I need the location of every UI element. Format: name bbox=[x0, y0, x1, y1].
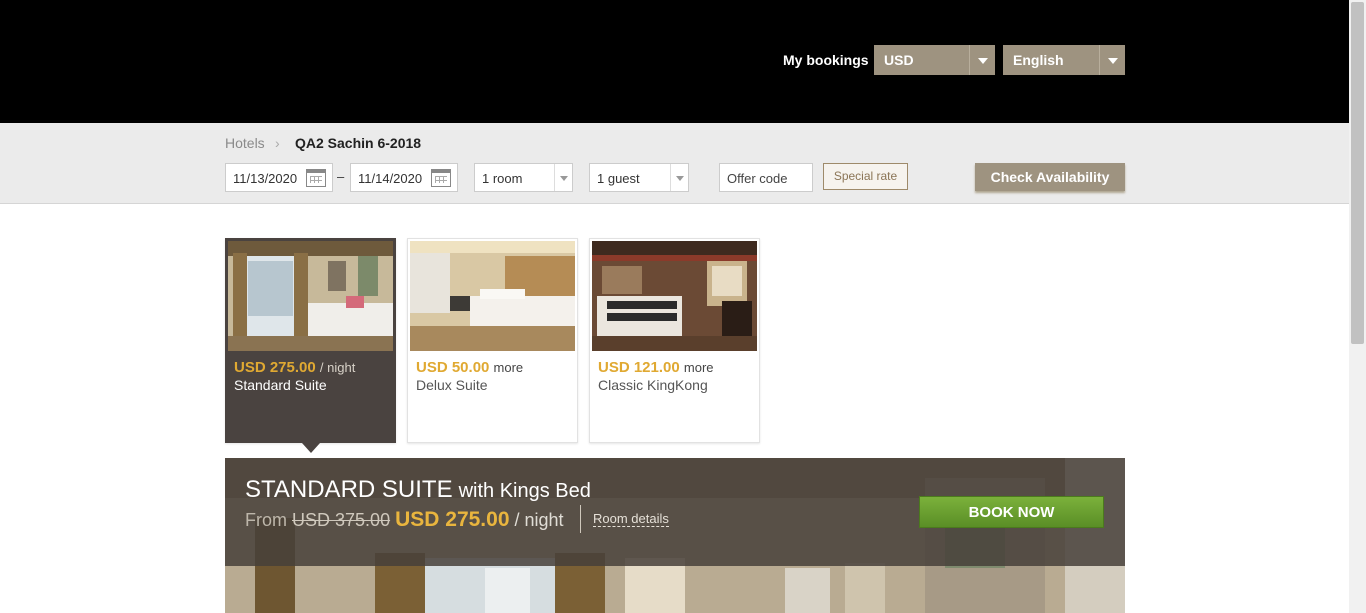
room-hero-info-panel: STANDARD SUITE with Kings Bed From USD 37… bbox=[225, 458, 1125, 566]
new-price: USD 275.00 bbox=[395, 508, 510, 531]
rooms-select[interactable]: 1 room bbox=[474, 163, 573, 192]
room-title-main: STANDARD SUITE bbox=[245, 476, 453, 503]
check-out-value: 11/14/2020 bbox=[358, 171, 423, 186]
chevron-down-icon bbox=[1099, 45, 1125, 75]
per-night-label: / night bbox=[514, 510, 564, 530]
date-range-separator: – bbox=[337, 169, 345, 184]
page: My bookings USD English Hotels › QA2 Sac… bbox=[0, 0, 1349, 613]
chevron-down-icon bbox=[969, 45, 995, 75]
room-thumbnail-image bbox=[592, 241, 757, 351]
room-name: Standard Suite bbox=[234, 377, 327, 393]
room-thumbnail-image bbox=[228, 241, 393, 351]
check-out-date-field[interactable]: 11/14/2020 bbox=[350, 163, 458, 192]
room-card-standard-suite[interactable]: USD 275.00 / night Standard Suite bbox=[225, 238, 396, 443]
from-label: From bbox=[245, 510, 287, 530]
check-availability-button[interactable]: Check Availability bbox=[975, 163, 1125, 191]
selected-card-pointer bbox=[302, 443, 320, 453]
breadcrumb-current-hotel: QA2 Sachin 6-2018 bbox=[295, 135, 422, 151]
room-price: USD 121.00 more bbox=[598, 359, 714, 376]
offer-code-placeholder: Offer code bbox=[727, 171, 788, 186]
search-bar: Hotels › QA2 Sachin 6-2018 11/13/2020 – … bbox=[0, 123, 1349, 204]
book-now-button[interactable]: BOOK NOW bbox=[919, 496, 1104, 528]
room-price-amount: USD 121.00 bbox=[598, 359, 680, 376]
room-price-amount: USD 50.00 bbox=[416, 359, 490, 376]
language-select[interactable]: English bbox=[1003, 45, 1125, 75]
calendar-icon[interactable] bbox=[431, 169, 451, 187]
room-price-line: From USD 375.00 USD 275.00 / night bbox=[245, 508, 564, 532]
room-thumbnail-image bbox=[410, 241, 575, 351]
offer-code-input[interactable]: Offer code bbox=[719, 163, 813, 192]
language-value: English bbox=[1013, 52, 1064, 68]
room-price: USD 50.00 more bbox=[416, 359, 523, 376]
guests-select[interactable]: 1 guest bbox=[589, 163, 689, 192]
room-name: Classic KingKong bbox=[598, 377, 708, 393]
scrollbar-thumb[interactable] bbox=[1351, 2, 1364, 344]
breadcrumb-chevron-icon: › bbox=[275, 135, 280, 151]
special-rate-button[interactable]: Special rate bbox=[823, 163, 908, 190]
room-price-suffix: more bbox=[493, 360, 524, 375]
room-title: STANDARD SUITE with Kings Bed bbox=[245, 476, 591, 504]
chevron-down-icon bbox=[670, 164, 688, 191]
room-card-classic-kingkong[interactable]: USD 121.00 more Classic KingKong bbox=[589, 238, 760, 443]
room-card-delux-suite[interactable]: USD 50.00 more Delux Suite bbox=[407, 238, 578, 443]
rooms-value: 1 room bbox=[482, 171, 523, 186]
room-name: Delux Suite bbox=[416, 377, 488, 393]
calendar-icon[interactable] bbox=[306, 169, 326, 187]
room-price-suffix: more bbox=[683, 360, 714, 375]
chevron-down-icon bbox=[554, 164, 572, 191]
room-hero: STANDARD SUITE with Kings Bed From USD 37… bbox=[225, 458, 1125, 613]
check-in-date-field[interactable]: 11/13/2020 bbox=[225, 163, 333, 192]
room-details-link[interactable]: Room details bbox=[593, 511, 669, 527]
breadcrumb-hotels-link[interactable]: Hotels bbox=[225, 135, 265, 151]
room-price-amount: USD 275.00 bbox=[234, 359, 316, 376]
currency-value: USD bbox=[884, 52, 914, 68]
my-bookings-link[interactable]: My bookings bbox=[783, 52, 869, 68]
guests-value: 1 guest bbox=[597, 171, 640, 186]
currency-select[interactable]: USD bbox=[874, 45, 995, 75]
room-title-sub: with Kings Bed bbox=[458, 480, 591, 502]
vertical-scrollbar[interactable] bbox=[1349, 0, 1366, 613]
check-in-value: 11/13/2020 bbox=[233, 171, 298, 186]
old-price: USD 375.00 bbox=[292, 510, 391, 530]
divider bbox=[580, 505, 581, 533]
room-price: USD 275.00 / night bbox=[234, 359, 355, 376]
room-price-suffix: / night bbox=[319, 360, 356, 375]
site-header: My bookings USD English bbox=[0, 0, 1349, 123]
